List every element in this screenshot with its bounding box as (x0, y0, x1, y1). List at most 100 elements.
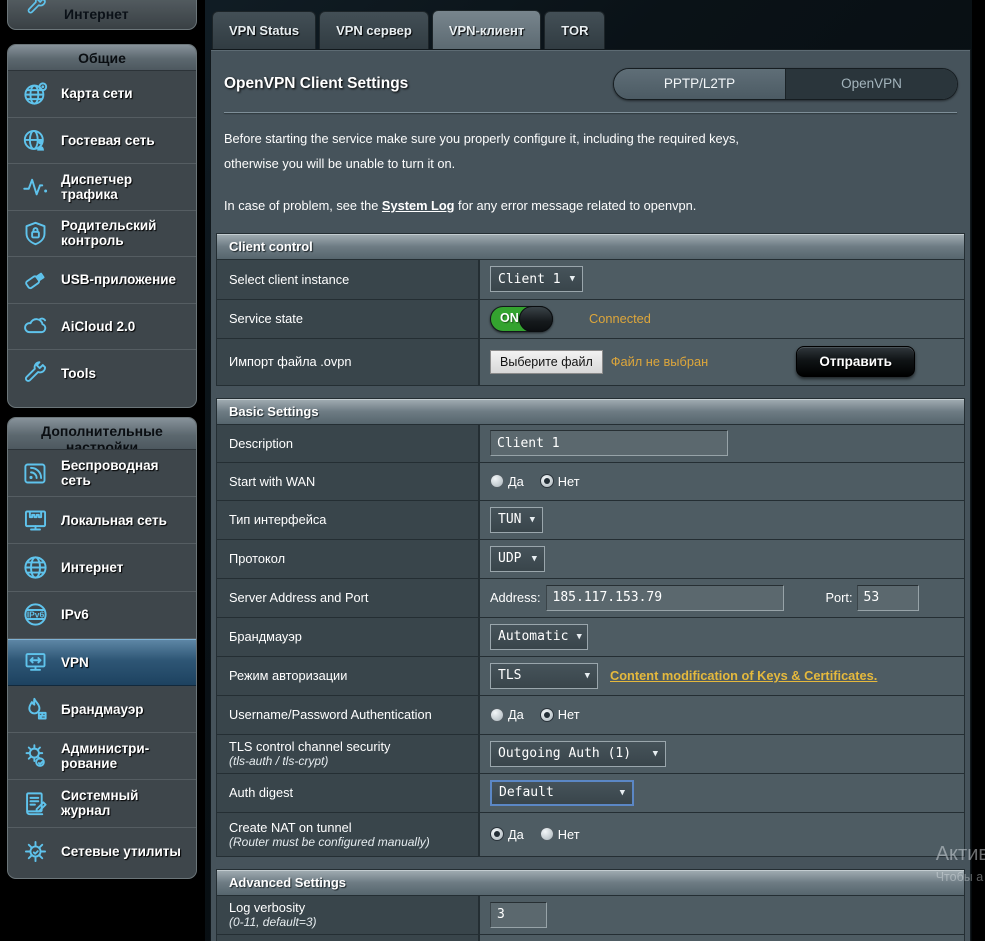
tab-vpn-server[interactable]: VPN сервер (319, 11, 429, 49)
sidebar-item-label: IPv6 (61, 607, 89, 622)
sidebar-quick-label: Интернет (64, 6, 129, 22)
advanced-settings-table: Advanced Settings Log verbosity (0-11, d… (216, 869, 965, 941)
firewall-select[interactable]: Automatic▼ (490, 624, 588, 650)
chevron-down-icon: ▼ (570, 274, 575, 284)
traffic-manager-icon (20, 172, 50, 202)
sidebar-item-administration[interactable]: Администри- рование (8, 733, 196, 780)
row-label: Тип интерфейса (217, 501, 480, 539)
row-label: Service state (217, 300, 480, 338)
server-port-input[interactable] (857, 585, 919, 611)
tls-control-select[interactable]: Outgoing Auth (1)▼ (490, 741, 666, 767)
chevron-down-icon: ▼ (576, 632, 581, 642)
openvpn-button[interactable]: OpenVPN (786, 69, 957, 99)
sidebar-item-network-map[interactable]: Карта сети (8, 71, 196, 118)
admin-icon (20, 741, 50, 771)
sidebar-item-label: Локальная сеть (61, 513, 167, 528)
wrench-icon (22, 0, 52, 22)
start-wan-no-radio[interactable] (540, 474, 554, 488)
userpass-yes-radio[interactable] (490, 708, 504, 722)
sidebar-item-network-tools[interactable]: Сетевые утилиты (8, 828, 196, 875)
sidebar-item-aicloud[interactable]: AiCloud 2.0 (8, 304, 196, 351)
sidebar-item-label: Диспетчер трафика (61, 172, 190, 202)
choose-file-button[interactable]: Выберите файл (490, 350, 603, 374)
protocol-select[interactable]: UDP▼ (490, 546, 545, 572)
sidebar-item-label: AiCloud 2.0 (61, 319, 135, 334)
vpn-type-switch: PPTP/L2TP OpenVPN (613, 68, 958, 100)
server-address-input[interactable] (546, 585, 784, 611)
chevron-down-icon: ▼ (585, 671, 590, 681)
sidebar-section-title: Дополнительные настройки (8, 418, 196, 450)
lan-icon (20, 505, 50, 535)
sidebar-section-advanced: Дополнительные настройки Беспроводная се… (7, 417, 197, 879)
pptp-l2tp-button[interactable]: PPTP/L2TP (614, 69, 786, 99)
network-map-icon (20, 79, 50, 109)
svg-text:IPv6: IPv6 (26, 610, 44, 620)
sidebar-item-tools[interactable]: Tools (8, 350, 196, 397)
tab-vpn-client[interactable]: VPN-клиент (432, 10, 541, 49)
auth-mode-select[interactable]: TLS▼ (490, 663, 598, 689)
sidebar-item-lan[interactable]: Локальная сеть (8, 497, 196, 544)
row-label: Режим авторизации (217, 657, 480, 695)
sidebar-item-system-log[interactable]: Системный журнал (8, 780, 196, 827)
sidebar-item-internet-quick[interactable]: Интернет (7, 0, 197, 30)
section-header-advanced: Advanced Settings (217, 870, 964, 896)
table-row: Auth digest Default▼ (217, 774, 964, 813)
table-row: Интервал опроса ( отключения : 0 ) (217, 935, 964, 941)
service-state-toggle[interactable]: ON (490, 306, 553, 332)
toggle-knob (519, 306, 553, 332)
client-instance-select[interactable]: Client 1▼ (490, 266, 583, 292)
table-row: Service state ON Connected (217, 300, 964, 339)
sidebar-item-wan[interactable]: Интернет (8, 544, 196, 591)
interface-type-select[interactable]: TUN▼ (490, 507, 543, 533)
sidebar-section-title: Общие (8, 45, 196, 71)
sidebar-item-label: VPN (61, 655, 89, 670)
log-verbosity-input[interactable] (490, 902, 547, 928)
sidebar-item-parental-control[interactable]: Родительский контроль (8, 211, 196, 258)
row-label: Auth digest (217, 774, 480, 812)
sidebar-item-traffic-manager[interactable]: Диспетчер трафика (8, 164, 196, 211)
wan-icon (20, 552, 50, 582)
table-row: Server Address and Port Address: Port: (217, 579, 964, 618)
start-wan-yes-radio[interactable] (490, 474, 504, 488)
tools-icon (20, 358, 50, 388)
sidebar-item-label: USB-приложение (61, 272, 176, 287)
sidebar: Интернет Общие Карта сети Гостевая сеть … (0, 0, 205, 941)
sidebar-item-guest-network[interactable]: Гостевая сеть (8, 118, 196, 165)
userpass-no-radio[interactable] (540, 708, 554, 722)
ipv6-icon: IPv6 (20, 600, 50, 630)
nat-yes-radio[interactable] (490, 827, 504, 841)
sidebar-item-ipv6[interactable]: IPv6 IPv6 (8, 592, 196, 639)
sidebar-item-wireless[interactable]: Беспроводная сеть (8, 450, 196, 497)
table-row: Username/Password Authentication Да Нет (217, 696, 964, 735)
upload-button[interactable]: Отправить (796, 346, 915, 377)
sidebar-item-label: Гостевая сеть (61, 133, 155, 148)
sidebar-item-label: Системный журнал (61, 788, 190, 818)
nat-no-radio[interactable] (540, 827, 554, 841)
keys-certificates-link[interactable]: Content modification of Keys & Certifica… (610, 668, 877, 683)
usb-app-icon (20, 265, 50, 295)
firewall-icon (20, 694, 50, 724)
system-log-link[interactable]: System Log (382, 198, 455, 213)
section-header-client-control: Client control (217, 234, 964, 260)
table-row: Log verbosity (0-11, default=3) (217, 896, 964, 935)
sidebar-item-label: Брандмауэр (61, 702, 144, 717)
sidebar-item-label: Администри- рование (61, 741, 149, 771)
sidebar-item-vpn[interactable]: VPN (8, 639, 196, 686)
page-title: OpenVPN Client Settings (224, 75, 408, 93)
sidebar-section-general: Общие Карта сети Гостевая сеть Диспетчер… (7, 44, 197, 408)
sidebar-item-label: Tools (61, 366, 96, 381)
sidebar-item-firewall[interactable]: Брандмауэр (8, 686, 196, 733)
chevron-down-icon: ▼ (620, 788, 625, 798)
network-tools-icon (20, 836, 50, 866)
row-label: Log verbosity (0-11, default=3) (217, 896, 480, 934)
auth-digest-select[interactable]: Default▼ (490, 780, 634, 806)
description-input[interactable] (490, 430, 728, 456)
tab-tor[interactable]: TOR (544, 11, 605, 49)
aicloud-icon (20, 311, 50, 341)
table-row: Description (217, 425, 964, 463)
sidebar-item-usb-application[interactable]: USB-приложение (8, 257, 196, 304)
row-label: Протокол (217, 540, 480, 578)
openvpn-client-panel: OpenVPN Client Settings PPTP/L2TP OpenVP… (210, 49, 971, 941)
tab-vpn-status[interactable]: VPN Status (212, 11, 316, 49)
file-status: Файл не выбран (611, 354, 708, 369)
